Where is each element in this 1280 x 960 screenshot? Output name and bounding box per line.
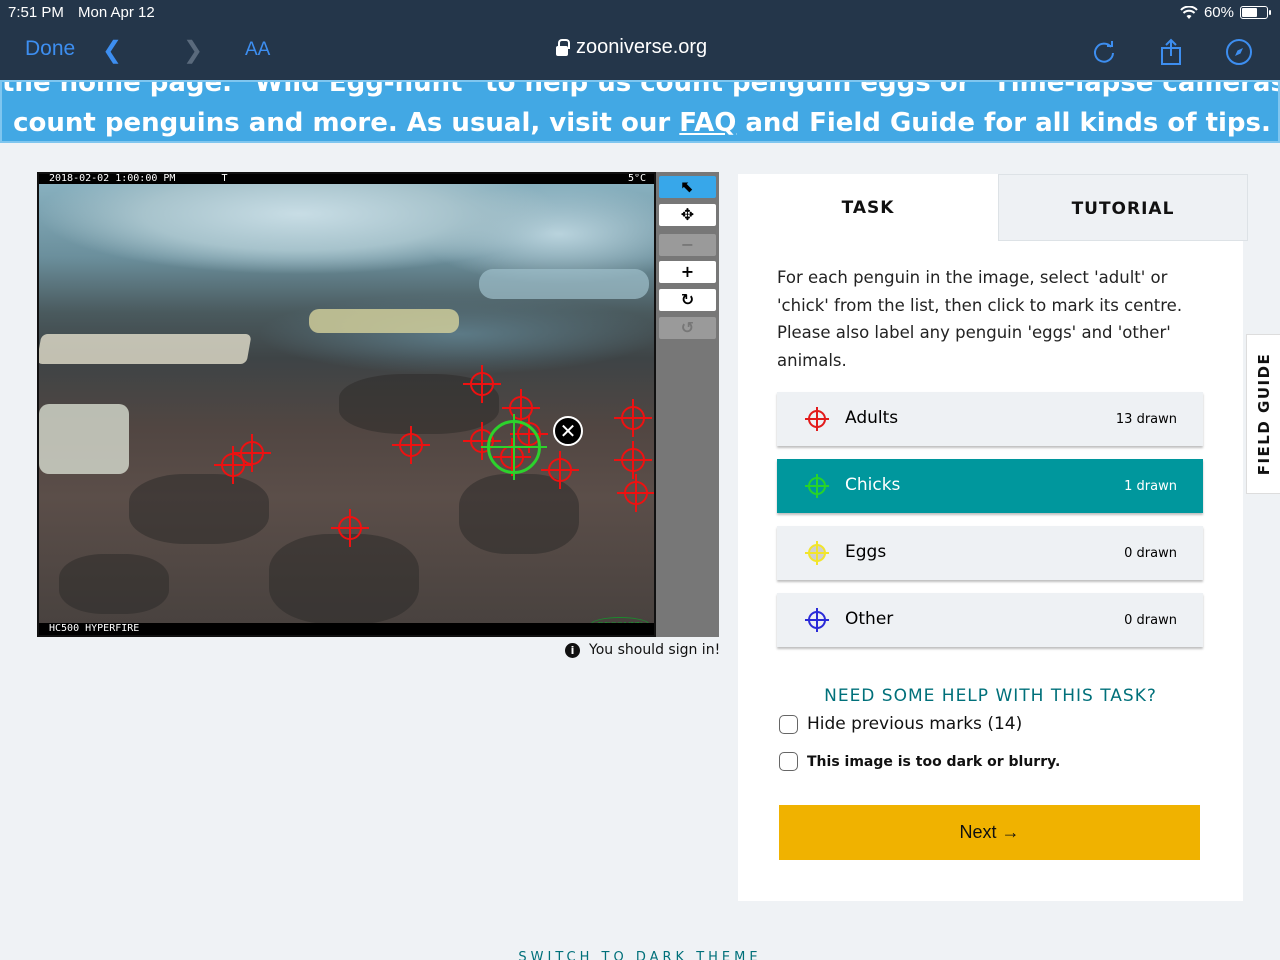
checkbox[interactable] <box>779 752 798 771</box>
adult-mark[interactable] <box>614 441 652 479</box>
compass-icon[interactable] <box>1225 38 1253 66</box>
banner-text: count penguins and more. As usual, visit… <box>13 108 680 138</box>
adult-mark[interactable] <box>617 474 654 512</box>
next-button[interactable]: Next → <box>779 805 1200 860</box>
camera-model: HC500 HYPERFIRE <box>49 623 140 634</box>
tool-name: Eggs <box>845 542 887 562</box>
tool-chicks[interactable]: Chicks 1 drawn <box>777 459 1203 513</box>
share-icon[interactable] <box>1157 38 1185 66</box>
too-dark-checkbox[interactable]: This image is too dark or blurry. <box>779 752 1060 771</box>
reader-aa-button[interactable]: AA <box>245 39 270 61</box>
announcement-banner: the home page. "Wild Egg-hunt" to help u… <box>0 80 1280 143</box>
adult-mark[interactable] <box>392 426 430 464</box>
tool-adults[interactable]: Adults 13 drawn <box>777 392 1203 446</box>
reload-icon[interactable] <box>1090 38 1118 66</box>
field-guide-label: FIELD GUIDE <box>1255 352 1273 476</box>
tool-count: 0 drawn <box>1124 613 1177 628</box>
tool-name: Adults <box>845 408 899 428</box>
back-icon[interactable]: ❮ <box>102 36 122 65</box>
too-dark-label: This image is too dark or blurry. <box>807 753 1061 770</box>
delete-mark-icon[interactable]: ✕ <box>553 416 583 446</box>
status-date: Mon Apr 12 <box>78 4 155 21</box>
sign-in-notice[interactable]: i You should sign in! <box>565 642 720 658</box>
subject-viewer: 2018-02-02 1:00:00 PM T 5°C ✕ RECONYX HC… <box>37 172 719 637</box>
faq-link[interactable]: FAQ <box>679 108 736 138</box>
done-button[interactable]: Done <box>25 37 75 61</box>
lock-icon <box>556 38 570 56</box>
timestamp-bar: 2018-02-02 1:00:00 PM T 5°C <box>39 174 654 184</box>
tool-eggs[interactable]: Eggs 0 drawn <box>777 526 1203 580</box>
adult-mark[interactable] <box>331 509 369 547</box>
address-bar[interactable]: zooniverse.org <box>556 36 707 59</box>
viewer-toolbar: ⬉ ✥ − + ↻ ↺ <box>656 172 719 637</box>
status-right: 60% <box>1180 4 1271 21</box>
help-link[interactable]: NEED SOME HELP WITH THIS TASK? <box>738 686 1243 706</box>
adult-mark[interactable] <box>214 446 252 484</box>
field-guide-tab[interactable]: FIELD GUIDE <box>1246 334 1280 494</box>
rotate-icon[interactable]: ↻ <box>659 289 716 311</box>
hide-marks-checkbox[interactable]: Hide previous marks (14) <box>779 714 1022 734</box>
status-time: 7:51 PM <box>8 4 64 21</box>
sign-in-text: You should sign in! <box>589 642 721 658</box>
next-label: Next <box>959 822 997 842</box>
tool-name: Chicks <box>845 475 901 495</box>
forward-icon[interactable]: ❯ <box>183 36 203 65</box>
status-bar: 7:51 PM Mon Apr 12 60% <box>0 0 1280 26</box>
adult-mark[interactable] <box>541 451 579 489</box>
tab-task[interactable]: TASK <box>738 174 998 241</box>
battery-percent: 60% <box>1203 4 1234 21</box>
crosshair-icon-red <box>805 407 829 431</box>
tab-tutorial[interactable]: TUTORIAL <box>998 174 1248 241</box>
crosshair-icon-blue <box>805 608 829 632</box>
tool-name: Other <box>845 609 894 629</box>
banner-line-2: count penguins and more. As usual, visit… <box>2 108 1278 138</box>
task-panel: TASK TUTORIAL For each penguin in the im… <box>738 174 1248 901</box>
move-icon[interactable]: ✥ <box>659 204 716 226</box>
crosshair-icon-yellow <box>805 541 829 565</box>
info-icon: i <box>565 642 580 658</box>
crosshair-icon-green <box>805 474 829 498</box>
dark-theme-link[interactable]: SWITCH TO DARK THEME <box>0 950 1280 960</box>
reset-icon[interactable]: ↺ <box>659 317 716 339</box>
zoom-out-icon[interactable]: − <box>659 234 716 256</box>
camera-model-bar: HC500 HYPERFIRE <box>39 623 654 635</box>
arrow-right-icon: → <box>1001 822 1020 842</box>
temperature: 5°C <box>627 173 646 184</box>
timestamp: 2018-02-02 1:00:00 PM <box>49 173 176 184</box>
tool-count: 13 drawn <box>1115 412 1177 427</box>
subject-image[interactable]: 2018-02-02 1:00:00 PM T 5°C ✕ RECONYX HC… <box>37 172 656 637</box>
wifi-icon <box>1180 5 1198 19</box>
banner-text-end: and Field Guide for all kinds of tips. <box>736 108 1271 138</box>
banner-line-1: the home page. "Wild Egg-hunt" to help u… <box>2 80 1280 98</box>
battery-icon <box>1240 6 1271 19</box>
pointer-icon[interactable]: ⬉ <box>659 176 716 198</box>
adult-mark[interactable] <box>614 399 652 437</box>
task-instructions: For each penguin in the image, select 'a… <box>777 268 1183 370</box>
checkbox[interactable] <box>779 714 798 734</box>
tool-count: 1 drawn <box>1124 479 1177 494</box>
hide-marks-label: Hide previous marks (14) <box>807 714 1023 734</box>
browser-toolbar: Done ❮ ❯ AA zooniverse.org <box>0 26 1280 80</box>
tool-count: 0 drawn <box>1124 546 1177 561</box>
timestamp-marker: T <box>221 173 228 184</box>
adult-mark[interactable] <box>463 365 501 403</box>
url-text: zooniverse.org <box>576 36 708 58</box>
zoom-in-icon[interactable]: + <box>659 261 716 283</box>
tool-other[interactable]: Other 0 drawn <box>777 593 1203 647</box>
chick-mark[interactable] <box>481 414 547 480</box>
